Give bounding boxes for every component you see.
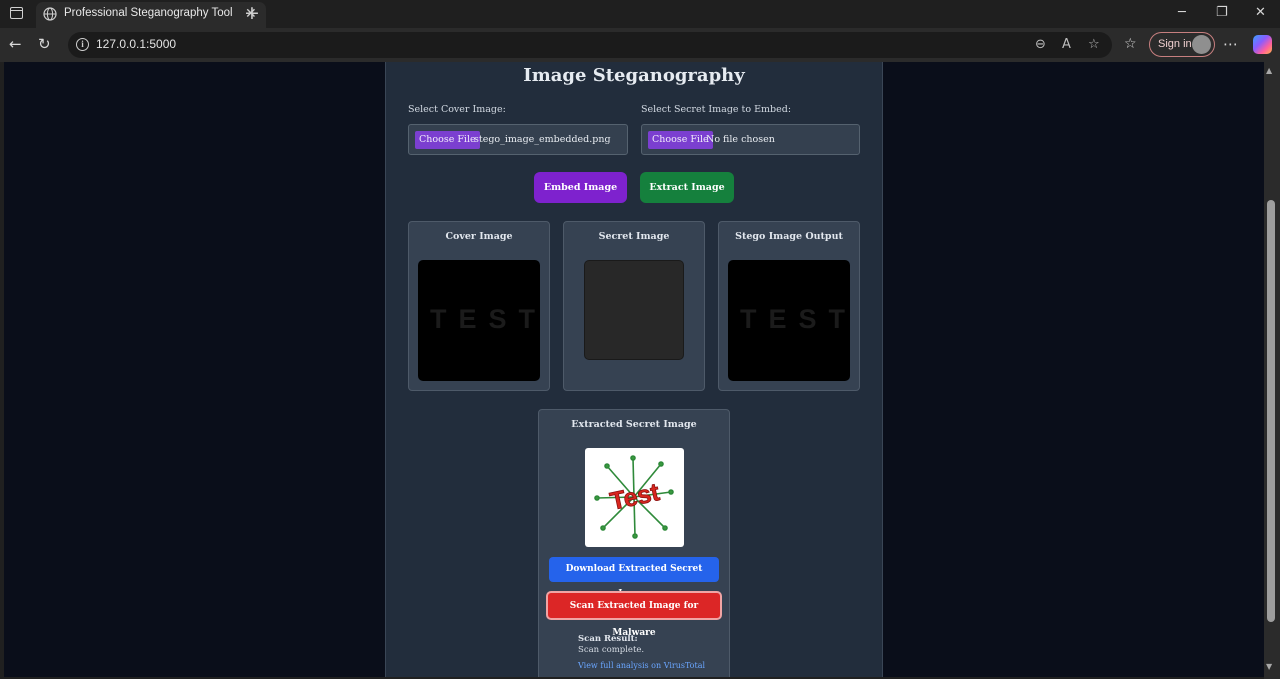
info-icon[interactable]: i	[76, 38, 89, 51]
tab-title: Professional Steganography Tool	[64, 7, 233, 19]
page-viewport: Image Steganography Select Cover Image: …	[4, 62, 1264, 677]
globe-icon	[43, 7, 57, 21]
url-text[interactable]: 127.0.0.1:5000	[96, 37, 176, 51]
address-bar[interactable]: i 127.0.0.1:5000 ⊖ A ☆	[68, 32, 1112, 58]
zoom-icon[interactable]: ⊖	[1035, 36, 1046, 54]
secret-image-card: Secret Image	[563, 221, 705, 391]
burst-graphic: Test	[594, 455, 674, 539]
scrollbar-thumb[interactable]	[1267, 200, 1275, 622]
scan-malware-button[interactable]: Scan Extracted Image for Malware	[546, 591, 722, 638]
cover-choose-file-button[interactable]: Choose File	[415, 131, 480, 149]
cover-image-label: Select Cover Image:	[408, 104, 506, 115]
extracted-secret-card: Extracted Secret Image Test Download Ext…	[538, 409, 730, 677]
scan-result-status: Scan complete.	[578, 645, 645, 655]
cover-image-card: Cover Image TEST	[408, 221, 550, 391]
cover-image-text: TEST	[430, 304, 540, 334]
main-panel: Image Steganography Select Cover Image: …	[385, 62, 883, 677]
stego-output-card: Stego Image Output TEST	[718, 221, 860, 391]
reload-icon[interactable]: ↻	[38, 34, 51, 54]
maximize-button[interactable]: ❐	[1216, 4, 1228, 22]
cover-image-preview: TEST	[418, 260, 540, 381]
secret-file-name: No file chosen	[706, 134, 775, 145]
cover-image-input[interactable]: Choose File stego_image_embedded.png	[408, 124, 628, 155]
extracted-secret-image: Test	[585, 448, 684, 547]
download-extracted-button[interactable]: Download Extracted Secret Image	[549, 557, 719, 599]
stego-image-text: TEST	[740, 304, 850, 334]
tab-actions-icon[interactable]	[10, 7, 23, 19]
read-aloud-icon[interactable]: A	[1062, 36, 1071, 54]
browser-tab-bar: Professional Steganography Tool ✕ + ─ ❐ …	[0, 0, 1280, 28]
secret-image-preview	[584, 260, 684, 360]
scroll-up-icon[interactable]: ▲	[1266, 66, 1272, 75]
page-title: Image Steganography	[523, 65, 745, 86]
cover-file-name: stego_image_embedded.png	[474, 134, 611, 145]
extracted-image-text: Test	[608, 478, 663, 516]
copilot-icon[interactable]	[1253, 35, 1272, 54]
close-window-button[interactable]: ✕	[1255, 4, 1266, 22]
extract-image-button[interactable]: Extract Image	[640, 172, 734, 203]
stego-output-title: Stego Image Output	[735, 231, 843, 242]
scroll-down-icon[interactable]: ▼	[1266, 662, 1272, 671]
minimize-button[interactable]: ─	[1178, 4, 1186, 22]
extracted-secret-title: Extracted Secret Image	[571, 419, 697, 430]
secret-image-title: Secret Image	[598, 231, 670, 242]
favorite-star-icon[interactable]: ☆	[1088, 36, 1100, 54]
browser-tab[interactable]: Professional Steganography Tool ✕	[36, 2, 266, 28]
embed-image-button[interactable]: Embed Image	[534, 172, 627, 203]
stego-output-preview: TEST	[728, 260, 850, 381]
cover-image-title: Cover Image	[445, 231, 513, 242]
scan-result-label: Scan Result:	[578, 634, 638, 644]
page-scrollbar[interactable]: ▲ ▼	[1264, 62, 1280, 679]
sign-in-label: Sign in	[1158, 38, 1192, 50]
secret-choose-file-button[interactable]: Choose File	[648, 131, 713, 149]
sign-in-button[interactable]: Sign in	[1149, 32, 1215, 57]
browser-toolbar: ← ↻ i 127.0.0.1:5000 ⊖ A ☆ ☆ Sign in ⋯	[0, 28, 1280, 62]
secret-image-input[interactable]: Choose File No file chosen	[641, 124, 860, 155]
secret-image-label: Select Secret Image to Embed:	[641, 104, 792, 115]
new-tab-button[interactable]: +	[244, 3, 260, 23]
back-arrow-icon[interactable]: ←	[9, 34, 22, 54]
virustotal-link[interactable]: View full analysis on VirusTotal	[578, 661, 705, 670]
avatar-icon	[1192, 35, 1211, 54]
more-options-icon[interactable]: ⋯	[1223, 34, 1238, 54]
favorites-icon[interactable]: ☆	[1124, 34, 1137, 54]
